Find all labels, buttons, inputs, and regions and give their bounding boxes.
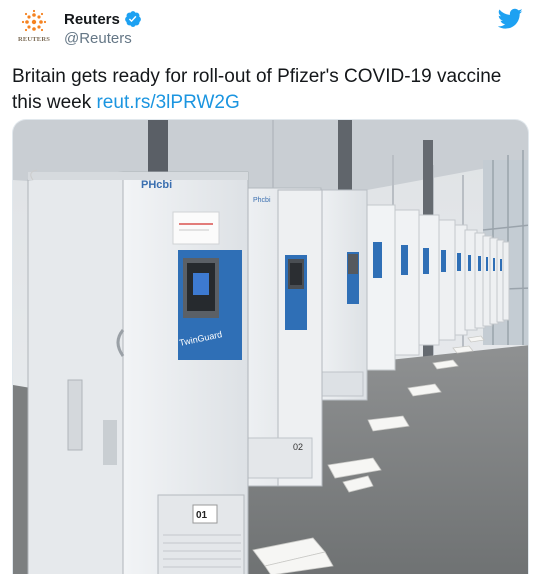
- tweet-photo[interactable]: Phcbi 02 PHcbi TwinGuard 01: [12, 119, 529, 574]
- reuters-avatar[interactable]: REUTERS: [12, 7, 56, 51]
- avatar-wordmark: REUTERS: [17, 36, 51, 43]
- author-display-name[interactable]: Reuters: [64, 11, 120, 28]
- freezer-row-photo: Phcbi 02 PHcbi TwinGuard 01: [13, 120, 528, 574]
- unit-label-02: 02: [293, 442, 303, 452]
- tweet-text: Britain gets ready for roll-out of Pfize…: [12, 64, 522, 116]
- author-handle[interactable]: @Reuters: [64, 30, 132, 47]
- tweet-card: REUTERS Reuters @Reuters Britain gets re…: [0, 0, 535, 574]
- tweet-body: Britain gets ready for roll-out of Pfize…: [12, 66, 502, 113]
- author-name-row[interactable]: Reuters: [64, 10, 142, 28]
- svg-text:Phcbi: Phcbi: [253, 197, 271, 204]
- reuters-logo-icon: [21, 9, 47, 32]
- twitter-bird-icon[interactable]: [498, 8, 523, 30]
- unit-label-01: 01: [196, 510, 208, 521]
- brand-label: PHcbi: [141, 179, 172, 191]
- verified-badge-icon: [124, 11, 141, 27]
- tweet-link[interactable]: reut.rs/3lPRW2G: [96, 92, 239, 113]
